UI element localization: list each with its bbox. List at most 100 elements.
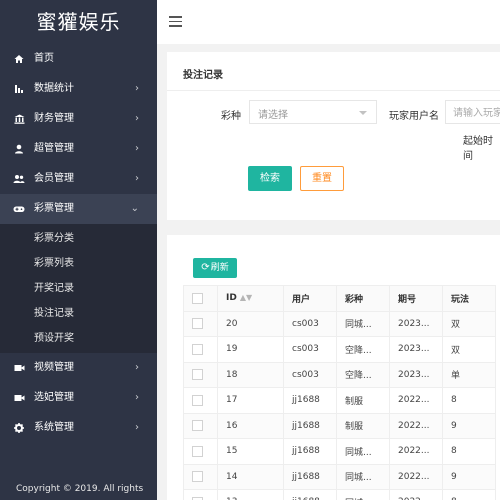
start-time-label: 起始时间 <box>463 136 493 162</box>
table-panel: ⟳刷新 ID ▲▼ 用户 彩种 期号 玩法 20 cs003 同城... 2023… <box>167 235 500 500</box>
row-checkbox[interactable] <box>192 369 203 381</box>
bet-records-table: ID ▲▼ 用户 彩种 期号 玩法 20 cs003 同城... 2023... … <box>183 285 496 500</box>
cell-lottery: 同城... <box>336 489 390 500</box>
row-checkbox[interactable] <box>192 318 203 330</box>
cell-id: 16 <box>217 412 284 439</box>
cell-issue: 2022... <box>389 463 443 490</box>
chevron-right-icon: › <box>135 392 139 403</box>
sidebar-item-statistics[interactable]: 数据统计 › <box>0 74 157 104</box>
sidebar-menu-lower: 视频管理 › 选妃管理 › 系统管理 › <box>0 353 157 443</box>
menu-toggle-icon[interactable] <box>169 16 182 27</box>
row-checkbox[interactable] <box>192 471 203 483</box>
sidebar-item-label: 数据统计 <box>34 83 74 94</box>
cell-user: jj1688 <box>283 489 337 500</box>
table-row[interactable]: 19 cs003 空降... 2023... 双 <box>183 336 496 363</box>
cell-issue: 2023... <box>389 336 443 363</box>
cell-play: 双 <box>442 336 496 363</box>
sidebar-item-finance[interactable]: 财务管理 › <box>0 104 157 134</box>
cell-id: 13 <box>217 489 284 500</box>
row-checkbox[interactable] <box>192 343 203 355</box>
lottery-label: 彩种 <box>221 111 241 122</box>
cell-user: jj1688 <box>283 412 337 439</box>
table-row[interactable]: 15 jj1688 同城... 2022... 8 <box>183 438 496 465</box>
chevron-right-icon: › <box>135 362 139 373</box>
column-header-play: 玩法 <box>442 285 496 312</box>
chevron-right-icon: › <box>135 173 139 184</box>
search-button[interactable]: 检索 <box>248 166 292 191</box>
column-header-issue: 期号 <box>389 285 443 312</box>
row-checkbox[interactable] <box>192 420 203 432</box>
refresh-button[interactable]: ⟳刷新 <box>193 258 237 278</box>
select-all-cell <box>183 285 218 312</box>
cell-play: 8 <box>442 438 496 465</box>
cell-lottery: 同城... <box>336 438 390 465</box>
cell-user: jj1688 <box>283 463 337 490</box>
top-bar <box>157 0 500 44</box>
cell-issue: 2022... <box>389 387 443 414</box>
cell-issue: 2022... <box>389 412 443 439</box>
table-row[interactable]: 18 cs003 空降... 2023... 单 <box>183 361 496 388</box>
sidebar-item-video[interactable]: 视频管理 › <box>0 353 157 383</box>
column-header-lottery: 彩种 <box>336 285 390 312</box>
sidebar-item-label: 视频管理 <box>34 362 74 373</box>
sidebar-item-label: 超管管理 <box>34 143 74 154</box>
column-header-id[interactable]: ID ▲▼ <box>217 285 284 312</box>
sidebar-item-lottery[interactable]: 彩票管理 ⌄ <box>0 194 157 224</box>
cell-lottery: 同城... <box>336 463 390 490</box>
gamepad-icon <box>13 194 25 224</box>
copyright-text: Copyright © 2019. All rights <box>16 484 144 494</box>
cell-lottery: 同城... <box>336 310 390 337</box>
player-username-input[interactable] <box>446 102 500 123</box>
cell-play: 单 <box>442 361 496 388</box>
cell-issue: 2022... <box>389 489 443 500</box>
chevron-right-icon: › <box>135 422 139 433</box>
player-label: 玩家用户名 <box>389 111 439 122</box>
cell-user: cs003 <box>283 310 337 337</box>
submenu-item-bet-records[interactable]: 投注记录 <box>0 301 157 326</box>
caret-down-icon <box>359 111 367 115</box>
app-logo: 蜜獾娱乐 <box>36 10 121 34</box>
sidebar-item-admin[interactable]: 超管管理 › <box>0 134 157 164</box>
reset-button[interactable]: 重置 <box>300 166 344 191</box>
search-panel: 投注记录 彩种 请选择 玩家用户名 起始时间 检索 重置 <box>167 52 500 220</box>
table-row[interactable]: 13 jj1688 同城... 2022... 8 <box>183 489 496 500</box>
lottery-select[interactable]: 请选择 <box>249 100 377 124</box>
submenu-item-draw-records[interactable]: 开奖记录 <box>0 276 157 301</box>
cell-id: 20 <box>217 310 284 337</box>
select-all-checkbox[interactable] <box>192 292 203 304</box>
sidebar-item-system[interactable]: 系统管理 › <box>0 413 157 443</box>
cell-lottery: 空降... <box>336 361 390 388</box>
row-checkbox[interactable] <box>192 394 203 406</box>
cell-play: 8 <box>442 387 496 414</box>
lottery-select-placeholder: 请选择 <box>258 110 288 121</box>
submenu-item-lottery-list[interactable]: 彩票列表 <box>0 251 157 276</box>
refresh-icon: ⟳ <box>201 262 210 273</box>
table-row[interactable]: 17 jj1688 制服 2022... 8 <box>183 387 496 414</box>
chevron-right-icon: › <box>135 113 139 124</box>
chevron-right-icon: › <box>135 83 139 94</box>
sidebar-item-concubine[interactable]: 选妃管理 › <box>0 383 157 413</box>
cell-lottery: 空降... <box>336 336 390 363</box>
page-title: 投注记录 <box>183 70 223 81</box>
table-row[interactable]: 20 cs003 同城... 2023... 双 <box>183 310 496 337</box>
table-row[interactable]: 16 jj1688 制服 2022... 9 <box>183 412 496 439</box>
refresh-label: 刷新 <box>210 263 229 273</box>
bar-chart-icon <box>13 74 25 104</box>
row-checkbox[interactable] <box>192 445 203 457</box>
users-icon <box>13 164 25 194</box>
sidebar-item-home[interactable]: 首页 <box>0 44 157 74</box>
cell-issue: 2023... <box>389 310 443 337</box>
sort-icon[interactable]: ▲▼ <box>240 293 252 302</box>
cell-lottery: 制服 <box>336 387 390 414</box>
submenu-item-preset-draw[interactable]: 预设开奖 <box>0 326 157 351</box>
submenu-item-lottery-category[interactable]: 彩票分类 <box>0 226 157 251</box>
cell-play: 9 <box>442 412 496 439</box>
sidebar-item-members[interactable]: 会员管理 › <box>0 164 157 194</box>
sidebar-item-label: 财务管理 <box>34 113 74 124</box>
sidebar-item-label: 会员管理 <box>34 173 74 184</box>
table-row[interactable]: 14 jj1688 同城... 2022... 9 <box>183 463 496 490</box>
table-header-row: ID ▲▼ 用户 彩种 期号 玩法 <box>183 285 496 312</box>
lottery-submenu: 彩票分类 彩票列表 开奖记录 投注记录 预设开奖 <box>0 224 157 353</box>
cell-issue: 2022... <box>389 438 443 465</box>
camera-icon <box>13 383 25 413</box>
